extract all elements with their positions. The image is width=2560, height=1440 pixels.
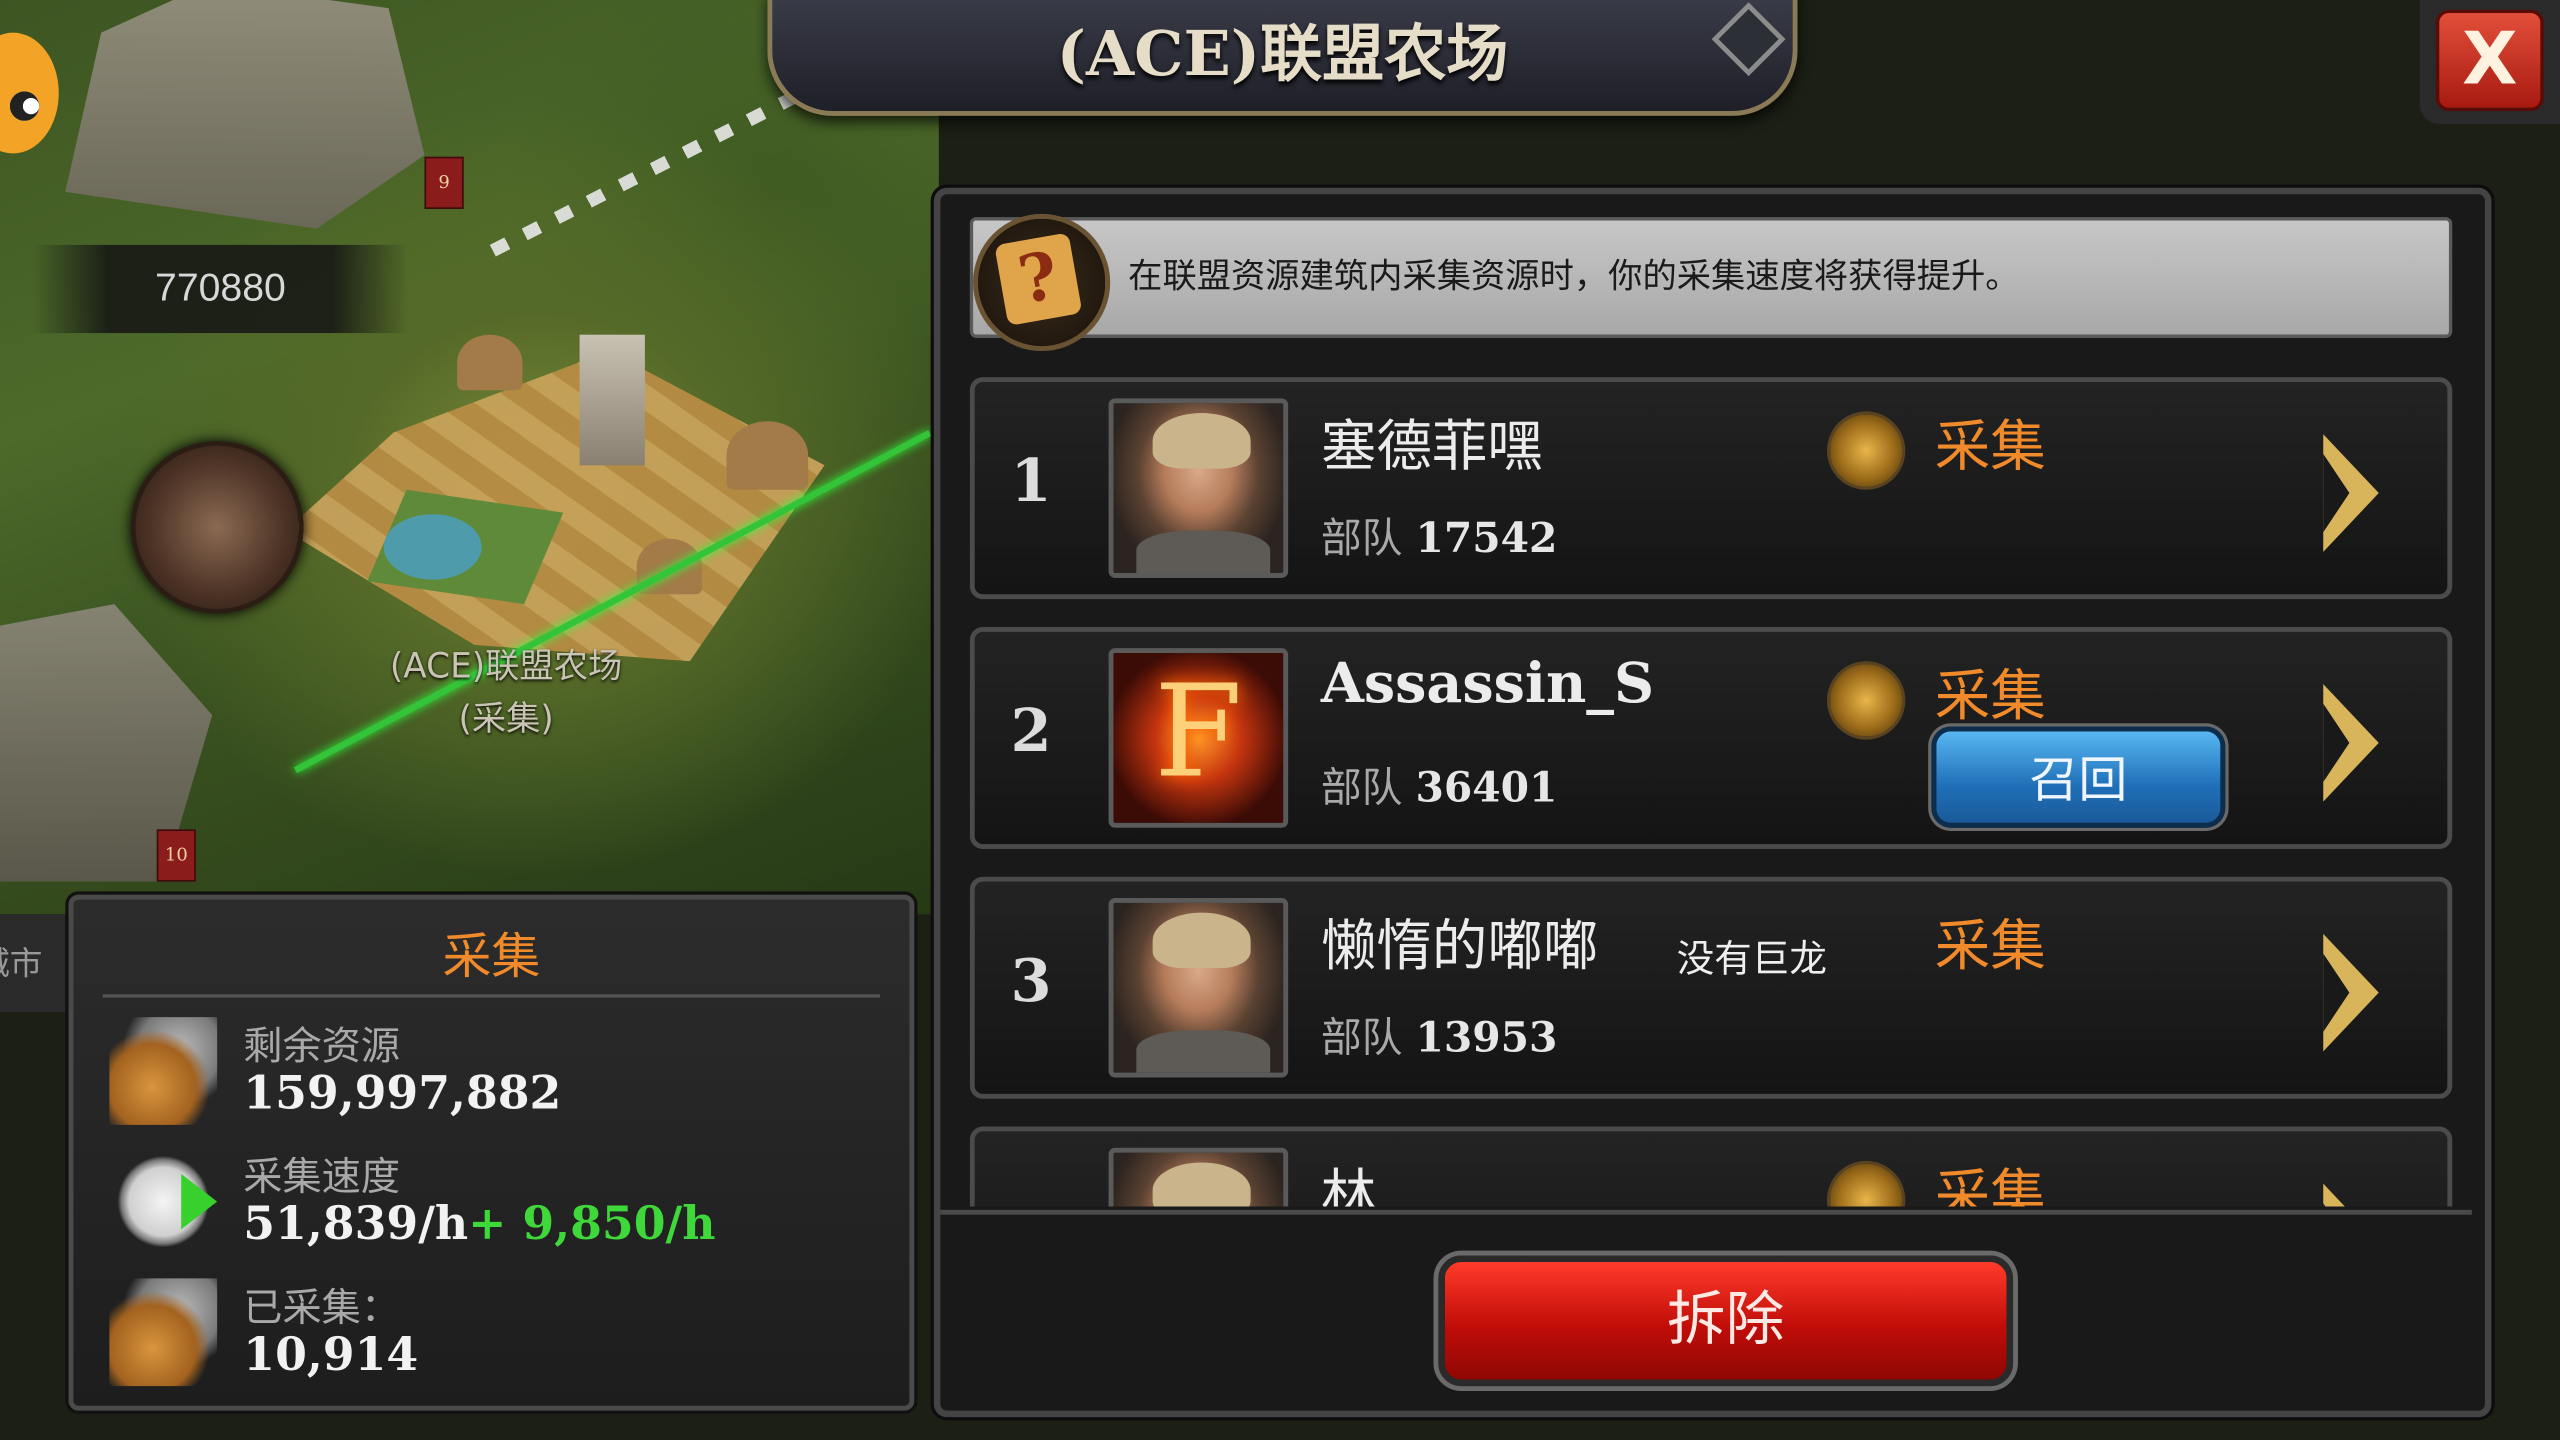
stopwatch-icon	[109, 1147, 218, 1256]
troop-count: 部队 13953	[1320, 1013, 1558, 1062]
notice-text: 在联盟资源建筑内采集资源时，你的采集速度将获得提升。	[1128, 256, 2020, 296]
troop-count: 部队 36401	[1320, 764, 1558, 812]
castle-top[interactable]	[65, 0, 425, 229]
no-dragon-label: 没有巨龙	[1676, 938, 1827, 982]
notice-bar: ? 在联盟资源建筑内采集资源时，你的采集速度将获得提升。	[969, 213, 2453, 352]
speed-value: 51,839/h+ 9,850/h	[243, 1196, 716, 1251]
farm-status: (采集)	[458, 698, 554, 738]
gatherer-list[interactable]: 1 塞德菲嘿 部队 17542 采集 2 F Assassin_S 部队 364…	[969, 377, 2459, 1207]
event-mascot-icon[interactable]	[0, 32, 59, 154]
dragon-emblem-icon	[1826, 1160, 1906, 1207]
rank-number: 1	[1010, 447, 1052, 516]
gatherer-row[interactable]: 林 采集	[969, 1126, 2453, 1207]
dragon-avatar-badge[interactable]	[130, 440, 304, 614]
remaining-label: 剩余资源	[243, 1023, 400, 1070]
game-screen: 9 10 770880 (ACE)联盟农场 (采集) 城市 (ACE)联盟农场 …	[0, 0, 2560, 1440]
gather-status: 采集	[1934, 414, 2046, 480]
chevron-right-icon[interactable]	[2323, 933, 2379, 1052]
farm-hut	[726, 421, 809, 490]
player-avatar[interactable]: F	[1108, 648, 1289, 828]
recall-button[interactable]: 召回	[1931, 726, 2226, 828]
gatherer-row[interactable]: 2 F Assassin_S 部队 36401 采集 召回	[969, 626, 2453, 849]
farm-map-label[interactable]: (ACE)联盟农场 (采集)	[327, 640, 686, 744]
scroll-question-icon[interactable]: ?	[973, 213, 1111, 352]
player-avatar[interactable]	[1108, 398, 1289, 578]
flag-marker[interactable]: 10	[156, 829, 196, 882]
gatherer-panel: ? 在联盟资源建筑内采集资源时，你的采集速度将获得提升。 1 塞德菲嘿 部队 1…	[933, 187, 2492, 1418]
remaining-value: 159,997,882	[243, 1066, 562, 1120]
player-name: Assassin_S	[1320, 651, 1655, 717]
dragon-emblem-icon	[1826, 411, 1906, 490]
rank-number: 2	[1010, 697, 1052, 766]
gather-status: 采集	[1934, 1164, 2046, 1207]
gather-info-panel: 采集 剩余资源 159,997,882 采集速度 51,839/h+ 9,850…	[68, 894, 915, 1411]
rank-number: 3	[1010, 946, 1052, 1016]
gathered-resource-icon	[109, 1278, 218, 1387]
gathered-value: 10,914	[243, 1327, 419, 1382]
gather-status: 采集	[1934, 664, 2046, 730]
flag-marker[interactable]: 9	[424, 156, 464, 209]
page-title: (ACE)联盟农场	[1056, 16, 1509, 90]
player-name: 林	[1320, 1164, 1377, 1207]
divider	[102, 994, 880, 998]
gathered-label: 已采集：	[243, 1284, 400, 1331]
farm-name: (ACE)联盟农场	[389, 646, 623, 686]
gatherer-row[interactable]: 1 塞德菲嘿 部队 17542 采集	[969, 377, 2453, 600]
list-divider	[940, 1209, 2472, 1231]
gather-status: 采集	[1934, 914, 2046, 980]
coordinate-box: 770880	[32, 244, 409, 334]
farm-pond	[383, 514, 482, 580]
windmill-tower	[579, 334, 645, 466]
title-bar: (ACE)联盟农场	[767, 0, 1798, 116]
dragon-emblem-icon	[1826, 661, 1906, 740]
info-title: 采集	[442, 928, 541, 987]
player-name: 塞德菲嘿	[1320, 414, 1543, 480]
resource-icon	[109, 1017, 218, 1125]
city-label-edge: 城市	[0, 914, 66, 1013]
close-icon[interactable]: X	[2435, 9, 2544, 112]
chevron-right-icon[interactable]	[2323, 434, 2379, 552]
gatherer-row[interactable]: 3 懒惰的嘟嘟 部队 13953 没有巨龙 采集	[969, 876, 2453, 1099]
world-map[interactable]: 9 10 770880 (ACE)联盟农场 (采集)	[0, 0, 939, 915]
speed-label: 采集速度	[243, 1154, 400, 1200]
chevron-right-icon[interactable]	[2323, 1183, 2379, 1207]
troop-count: 部队 17542	[1320, 514, 1558, 562]
farm-hut	[457, 334, 523, 391]
alliance-farm-fields[interactable]	[285, 351, 825, 662]
player-name: 懒惰的嘟嘟	[1320, 914, 1599, 980]
speed-bonus: + 9,850/h	[468, 1196, 716, 1251]
close-button[interactable]: X	[2419, 0, 2560, 125]
demolish-button[interactable]: 拆除	[1438, 1255, 2014, 1387]
chevron-right-icon[interactable]	[2323, 684, 2379, 802]
avatar-letter-f: F	[1154, 659, 1243, 807]
player-avatar[interactable]	[1108, 1147, 1289, 1207]
coordinate-value: 770880	[155, 266, 286, 311]
player-avatar[interactable]	[1108, 897, 1289, 1078]
